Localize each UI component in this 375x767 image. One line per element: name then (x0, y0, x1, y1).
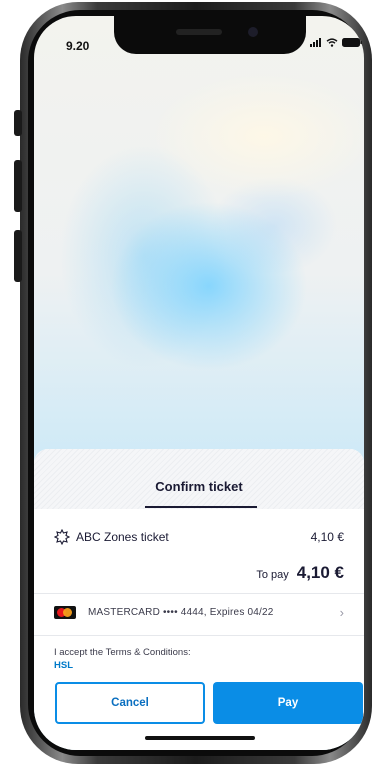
cancel-button[interactable]: Cancel (55, 682, 205, 724)
pay-button[interactable]: Pay (213, 682, 363, 724)
front-camera (248, 27, 258, 37)
signal-icon (310, 38, 322, 47)
wifi-icon (326, 38, 338, 47)
ticket-row: ABC Zones ticket 4,10 € (53, 528, 344, 548)
volume-down-button (14, 230, 22, 282)
payment-method-row[interactable]: MASTERCARD •••• 4444, Expires 04/22 › (54, 604, 344, 622)
app-screen: Confirm ticket ABC Zones ticket 4,10 € T… (34, 16, 364, 750)
battery-icon (342, 38, 362, 47)
total-row: To pay 4,10 € (256, 563, 344, 583)
divider (34, 635, 364, 636)
terms-link[interactable]: HSL (54, 660, 73, 671)
ticket-price: 4,10 € (310, 530, 344, 544)
home-indicator[interactable] (145, 736, 255, 740)
status-icons (310, 38, 362, 47)
volume-up-button (14, 160, 22, 212)
notch (114, 16, 306, 54)
mastercard-logo-icon (54, 606, 76, 619)
chevron-right-icon: › (339, 605, 344, 620)
total-amount: 4,10 € (296, 563, 344, 582)
terms-text: I accept the Terms & Conditions: (54, 647, 191, 658)
total-label: To pay (256, 569, 289, 581)
zone-ticket-icon (53, 528, 71, 548)
divider (34, 593, 364, 594)
ticket-name: ABC Zones ticket (76, 530, 169, 544)
confirm-ticket-sheet: Confirm ticket ABC Zones ticket 4,10 € T… (34, 449, 364, 750)
sheet-title: Confirm ticket (155, 479, 243, 494)
title-underline (145, 506, 257, 508)
speaker-grille (176, 29, 222, 35)
mute-switch (14, 110, 22, 136)
payment-method-text: MASTERCARD •••• 4444, Expires 04/22 (88, 607, 274, 618)
status-time: 9.20 (66, 39, 90, 53)
